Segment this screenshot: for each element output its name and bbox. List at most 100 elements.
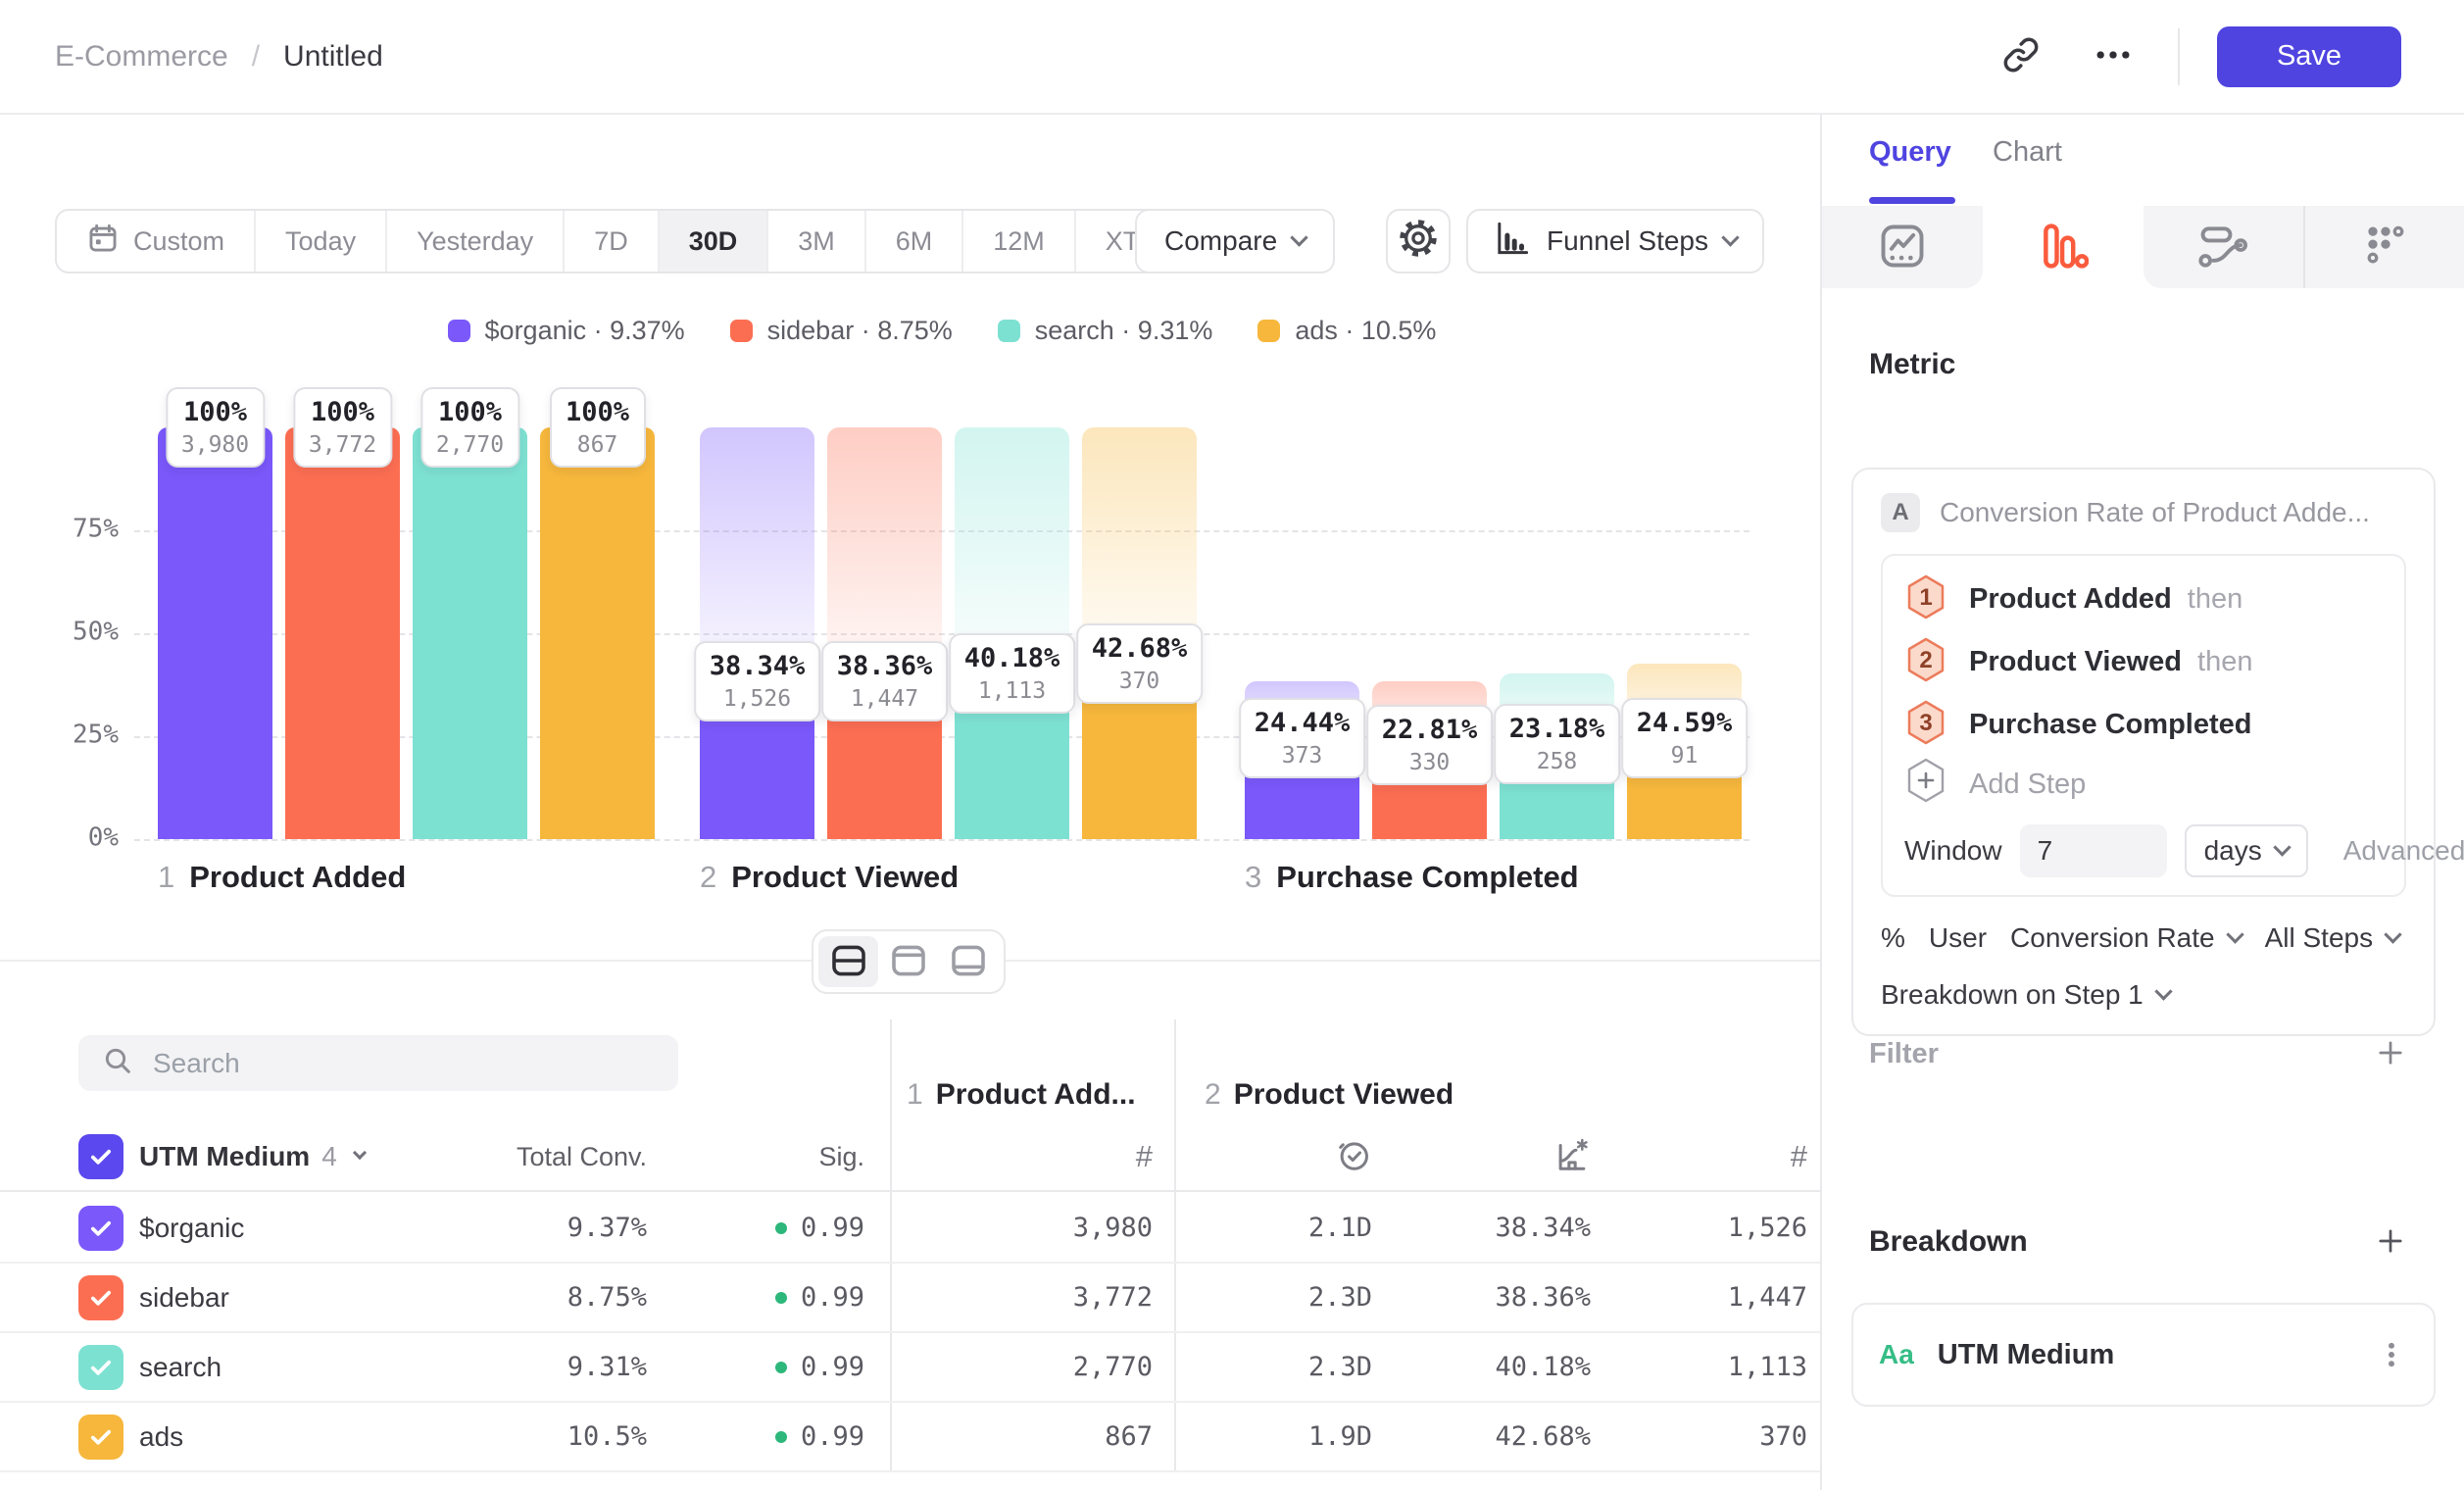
tab-funnels[interactable]: [1983, 206, 2144, 288]
step2-conversion-column-icon[interactable]: [1553, 1123, 1591, 1190]
total-conversion-cell: 9.37%: [567, 1194, 647, 1262]
save-button[interactable]: Save: [2217, 26, 2401, 87]
flows-icon: [2197, 221, 2248, 274]
add-breakdown-button[interactable]: [2374, 1224, 2407, 1261]
range-6m[interactable]: 6M: [864, 211, 962, 272]
total-conv-column-header[interactable]: Total Conv.: [517, 1123, 647, 1190]
range-custom[interactable]: Custom: [57, 211, 254, 272]
chevron-down-icon: [353, 1146, 367, 1160]
y-axis-tick: 50%: [73, 618, 119, 647]
step1-count-cell: 2,770: [1073, 1333, 1153, 1401]
more-actions-button[interactable]: [2086, 29, 2141, 84]
add-filter-button[interactable]: [2374, 1036, 2407, 1072]
row-select: [78, 1333, 123, 1401]
range-yesterday[interactable]: Yesterday: [385, 211, 563, 272]
search-icon: [78, 1045, 133, 1081]
table-row-search[interactable]: search9.31%0.992,7702.3D40.18%1,113: [0, 1333, 1820, 1403]
tab-flows[interactable]: [2144, 206, 2304, 288]
row-checkbox[interactable]: [78, 1206, 123, 1251]
significance-cell: 0.99: [775, 1194, 864, 1262]
insights-chart-icon: [1877, 221, 1928, 274]
range-12m[interactable]: 12M: [961, 211, 1074, 272]
breakdown-item-utm-medium[interactable]: AaUTM Medium: [1851, 1303, 2436, 1407]
range-7d[interactable]: 7D: [563, 211, 658, 272]
breadcrumb-project[interactable]: E-Commerce: [55, 40, 228, 74]
significance-cell: 0.99: [775, 1333, 864, 1401]
steps-scope-select[interactable]: All Steps: [2265, 922, 2400, 954]
chevron-down-icon: [1290, 228, 1307, 246]
date-range-control: CustomTodayYesterday7D30D3M6M12MXTD: [55, 209, 1216, 273]
layout-split-horizontal-button[interactable]: [818, 936, 878, 987]
funnel-bar-organic-step1[interactable]: [158, 427, 272, 839]
search-input[interactable]: [153, 1048, 623, 1079]
add-step-button[interactable]: Add Step: [1904, 756, 2383, 813]
svg-text:1: 1: [1919, 584, 1932, 611]
tab-insights[interactable]: [1822, 206, 1983, 288]
tab-query[interactable]: Query: [1869, 136, 1951, 169]
range-3m[interactable]: 3M: [766, 211, 864, 272]
measure-entity[interactable]: User: [1929, 922, 1987, 954]
step2-time-cell: 1.9D: [1308, 1403, 1372, 1470]
step1-count-cell: 3,980: [1073, 1194, 1153, 1262]
range-30d[interactable]: 30D: [658, 211, 767, 272]
step1-count-column-icon[interactable]: #: [1136, 1123, 1153, 1190]
chart-settings-button[interactable]: [1386, 209, 1451, 273]
y-axis-tick: 25%: [73, 720, 119, 750]
share-link-button[interactable]: [1994, 29, 2048, 84]
breakdown-column-header[interactable]: UTM Medium 4: [139, 1123, 365, 1190]
layout-panel-bottom-button[interactable]: [939, 936, 999, 987]
step-number-hexagon-icon: 1: [1904, 573, 1947, 625]
kebab-menu-icon[interactable]: [2375, 1338, 2408, 1371]
sig-column-header[interactable]: Sig.: [818, 1123, 864, 1190]
row-checkbox[interactable]: [78, 1345, 123, 1390]
tab-chart[interactable]: Chart: [1993, 136, 2062, 169]
select-all-checkbox[interactable]: [78, 1123, 123, 1190]
bar-value-label: 24.44%373: [1239, 698, 1366, 778]
query-step-3[interactable]: 3Purchase Completed: [1904, 693, 2383, 756]
row-select: [78, 1403, 123, 1470]
window-unit-select[interactable]: days: [2185, 824, 2308, 877]
table-row-organic[interactable]: $organic9.37%0.993,9802.1D38.34%1,526: [0, 1194, 1820, 1264]
range-today[interactable]: Today: [254, 211, 385, 272]
total-conversion-cell: 10.5%: [567, 1403, 647, 1470]
chevron-down-icon: [2154, 982, 2172, 1000]
bar-value-label: 100%2,770: [420, 387, 519, 468]
clock-check-icon: [1335, 1136, 1372, 1178]
metric-title-row[interactable]: A Conversion Rate of Product Adde...: [1881, 493, 2406, 532]
row-name: $organic: [139, 1194, 244, 1262]
table-row-sidebar[interactable]: sidebar8.75%0.993,7722.3D38.36%1,447: [0, 1264, 1820, 1333]
legend-item-ads[interactable]: ads · 10.5%: [1257, 316, 1436, 346]
legend-item-sidebar[interactable]: sidebar · 8.75%: [730, 316, 953, 346]
query-step-2[interactable]: 2Product Viewedthen: [1904, 630, 2383, 693]
breadcrumb-separator: /: [252, 40, 260, 74]
funnel-bars-icon: [2038, 221, 2089, 274]
chart-step-label-1: 1Product Added: [158, 860, 406, 895]
retention-dots-icon: [2360, 221, 2411, 274]
query-step-1[interactable]: 1Product Addedthen: [1904, 568, 2383, 630]
compare-button[interactable]: Compare: [1135, 209, 1335, 273]
window-value-input[interactable]: [2020, 824, 2167, 877]
funnel-bar-sidebar-step1[interactable]: [285, 427, 400, 839]
bar-value-label: 23.18%258: [1494, 704, 1621, 784]
chart-type-select[interactable]: Funnel Steps: [1466, 209, 1764, 273]
step2-conversion-cell: 38.34%: [1495, 1194, 1591, 1262]
breakdown-step-select[interactable]: Breakdown on Step 1: [1881, 979, 2170, 1011]
funnel-bar-search-step1[interactable]: [413, 427, 527, 839]
step2-count-column-icon[interactable]: #: [1791, 1123, 1807, 1190]
row-checkbox[interactable]: [78, 1275, 123, 1320]
measure-metric-select[interactable]: Conversion Rate: [2010, 922, 2242, 954]
legend-item-organic[interactable]: $organic · 9.37%: [448, 316, 685, 346]
legend-item-search[interactable]: search · 9.31%: [998, 316, 1213, 346]
funnel-bar-ads-step1[interactable]: [540, 427, 655, 839]
breadcrumb-report-name[interactable]: Untitled: [283, 40, 383, 74]
funnel-step-group-2: 38.34%1,52638.36%1,44740.18%1,11342.68%3…: [700, 427, 1197, 839]
significance-cell: 0.99: [775, 1264, 864, 1331]
advanced-toggle[interactable]: Advanced: [2343, 835, 2464, 867]
layout-panel-top-button[interactable]: [878, 936, 938, 987]
tab-retention[interactable]: [2303, 206, 2464, 288]
step2-time-column-icon[interactable]: [1335, 1123, 1372, 1190]
calendar-icon: [86, 222, 120, 262]
table-row-ads[interactable]: ads10.5%0.998671.9D42.68%370: [0, 1403, 1820, 1472]
step1-count-cell: 867: [1105, 1403, 1153, 1470]
row-checkbox[interactable]: [78, 1415, 123, 1460]
